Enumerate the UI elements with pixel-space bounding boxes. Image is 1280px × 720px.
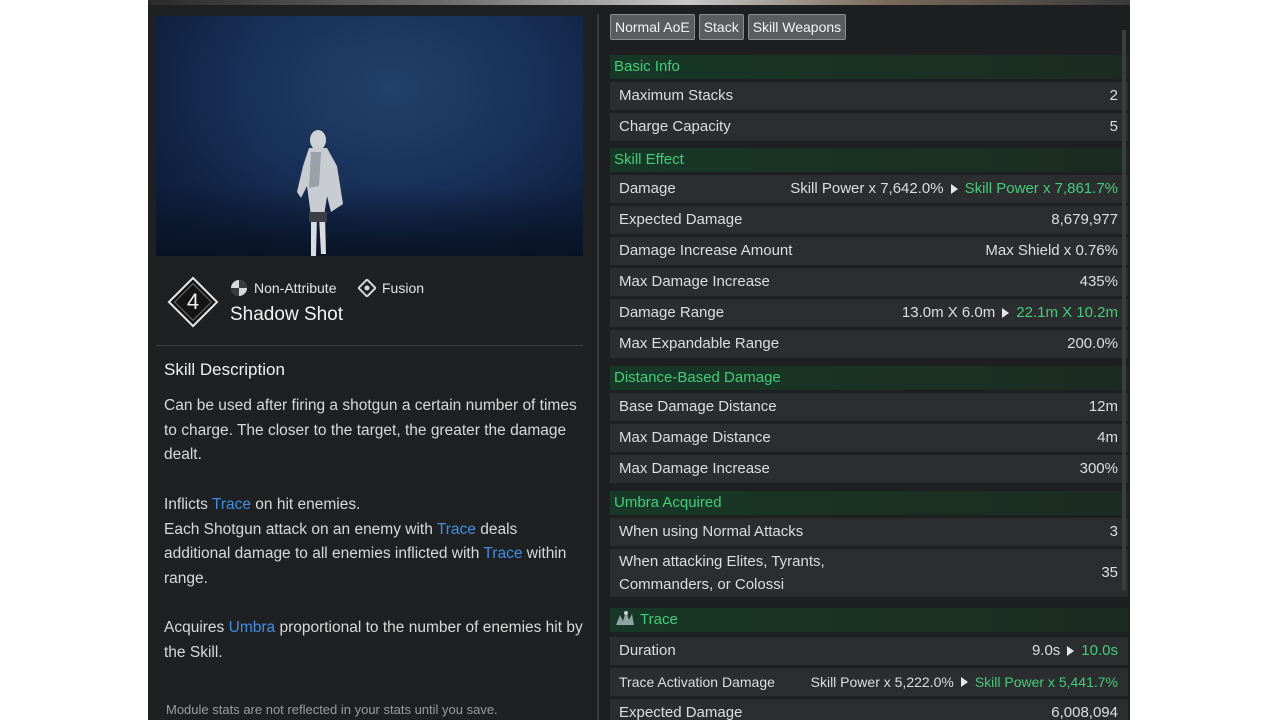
attribute-tag: Non-Attribute bbox=[230, 278, 336, 298]
keyword-trace[interactable]: Trace bbox=[212, 496, 251, 513]
upgrade-arrow-icon bbox=[1002, 308, 1010, 318]
section-distance-based-damage: Distance-Based Damage bbox=[610, 366, 1128, 390]
upgrade-arrow-icon bbox=[950, 184, 958, 194]
stat-row-trace-activation-damage: Trace Activation Damage Skill Power x 5,… bbox=[610, 668, 1128, 696]
description-paragraph-1: Can be used after firing a shotgun a cer… bbox=[164, 397, 577, 464]
save-note: Module stats are not reflected in your s… bbox=[166, 702, 498, 717]
skill-name: Shadow Shot bbox=[230, 304, 344, 325]
divider bbox=[156, 345, 583, 346]
preview-floor-shade bbox=[156, 186, 583, 256]
attribute-label: Non-Attribute bbox=[254, 280, 337, 296]
upgrade-arrow-icon bbox=[960, 677, 968, 687]
skill-tags: Normal AoE Stack Skill Weapons bbox=[610, 14, 847, 40]
stat-row-max-expandable-range: Max Expandable Range 200.0% bbox=[610, 330, 1128, 358]
upgrade-arrow-icon bbox=[1067, 646, 1075, 656]
skill-module-window: 4 Non-Attribute Fusion Shadow Shot Skill… bbox=[148, 0, 1130, 720]
stat-row-max-damage-increase-distance: Max Damage Increase 300% bbox=[610, 455, 1128, 483]
keyword-trace[interactable]: Trace bbox=[483, 545, 522, 562]
description-paragraph-3: Acquires Umbra proportional to the numbe… bbox=[164, 619, 583, 661]
tag-stack[interactable]: Stack bbox=[698, 14, 744, 40]
stats-scrollbar[interactable] bbox=[1122, 30, 1126, 590]
section-skill-effect: Skill Effect bbox=[610, 148, 1128, 172]
tag-normal-aoe[interactable]: Normal AoE bbox=[610, 14, 695, 40]
stat-row-damage-range: Damage Range 13.0m X 6.0m 22.1m X 10.2m bbox=[610, 299, 1128, 327]
type-label: Fusion bbox=[382, 280, 425, 296]
skill-description-title: Skill Description bbox=[164, 360, 285, 379]
stat-row-charge-capacity: Charge Capacity 5 bbox=[610, 113, 1128, 141]
stat-row-expected-damage: Expected Damage 8,679,977 bbox=[610, 206, 1128, 234]
trace-icon bbox=[616, 611, 634, 625]
description-paragraph-2: Inflicts Trace on hit enemies. Each Shot… bbox=[164, 495, 567, 587]
stat-row-attacking-elites: When attacking Elites, Tyrants, Commander… bbox=[610, 549, 1128, 597]
skill-header: 4 Non-Attribute Fusion Shadow Shot bbox=[166, 275, 576, 335]
skill-detail-panel: 4 Non-Attribute Fusion Shadow Shot Skill… bbox=[148, 5, 593, 720]
stat-row-trace-expected-damage: Expected Damage 6,008,094 bbox=[610, 699, 1128, 720]
stat-row-normal-attacks: When using Normal Attacks 3 bbox=[610, 518, 1128, 546]
section-trace: Trace bbox=[610, 608, 1128, 632]
skill-preview-video[interactable] bbox=[156, 16, 583, 256]
stat-row-max-damage-increase: Max Damage Increase 435% bbox=[610, 268, 1128, 296]
section-umbra-acquired: Umbra Acquired bbox=[610, 491, 1128, 515]
keyword-umbra[interactable]: Umbra bbox=[229, 619, 276, 636]
stat-row-max-damage-distance: Max Damage Distance 4m bbox=[610, 424, 1128, 452]
non-attribute-icon bbox=[231, 280, 247, 296]
skill-slot-number: 4 bbox=[186, 289, 200, 314]
section-basic-info: Basic Info bbox=[610, 55, 1128, 79]
fusion-icon bbox=[358, 279, 376, 297]
stat-row-damage: Damage Skill Power x 7,642.0% Skill Power… bbox=[610, 175, 1128, 203]
character-figure bbox=[297, 130, 343, 256]
keyword-trace[interactable]: Trace bbox=[437, 521, 476, 538]
stat-row-base-damage-distance: Base Damage Distance 12m bbox=[610, 393, 1128, 421]
stat-row-maximum-stacks: Maximum Stacks 2 bbox=[610, 82, 1128, 110]
stat-row-duration: Duration 9.0s 10.0s bbox=[610, 637, 1128, 665]
tag-skill-weapons[interactable]: Skill Weapons bbox=[747, 14, 847, 40]
type-tag: Fusion bbox=[358, 278, 424, 298]
panel-separator bbox=[597, 14, 599, 720]
stat-row-damage-increase-amount: Damage Increase Amount Max Shield x 0.76… bbox=[610, 237, 1128, 265]
skill-description-text: Can be used after firing a shotgun a cer… bbox=[164, 394, 584, 690]
skill-stats-panel: Normal AoE Stack Skill Weapons Basic Inf… bbox=[610, 14, 1128, 720]
